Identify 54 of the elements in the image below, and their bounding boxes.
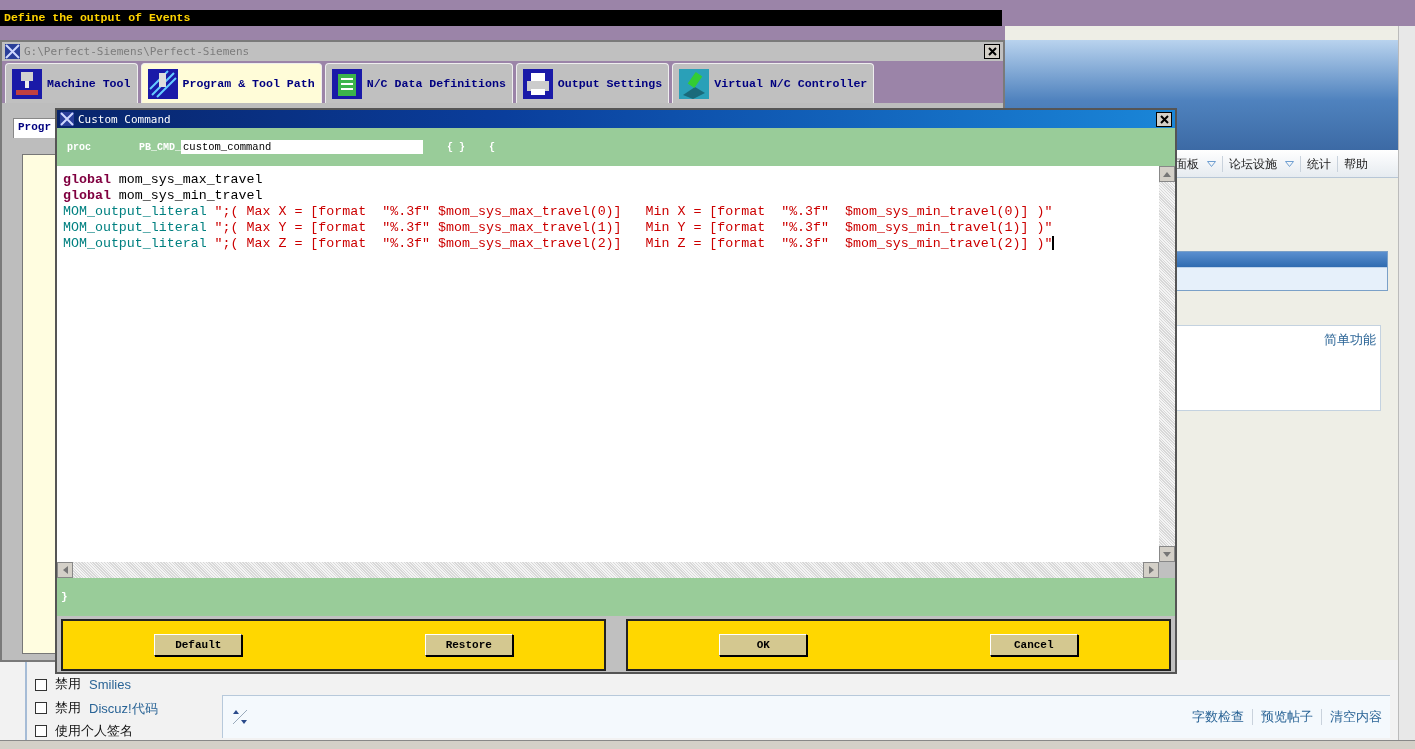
- scrollbar[interactable]: [1398, 26, 1415, 740]
- brace-pair: { }: [447, 141, 466, 153]
- tab[interactable]: Output Settings: [515, 63, 670, 103]
- option-link[interactable]: Smilies: [89, 675, 131, 695]
- mode-link[interactable]: 简单功能: [1324, 330, 1376, 406]
- name-field[interactable]: custom_command: [181, 140, 424, 154]
- checkbox[interactable]: [35, 725, 47, 738]
- tool-path-icon: [147, 68, 178, 99]
- banner-title: Define the output of Events: [0, 10, 1002, 26]
- code-line: global mom_sys_min_travel: [63, 188, 264, 204]
- app-icon: [60, 112, 74, 126]
- dialog-button[interactable]: Cancel: [989, 634, 1078, 656]
- dialog-button[interactable]: OK: [719, 634, 808, 656]
- prefix-label: PB_CMD_: [139, 141, 182, 153]
- open-brace: {: [489, 141, 496, 153]
- scroll-right-icon[interactable]: [1148, 566, 1154, 574]
- resize-icon[interactable]: [231, 708, 249, 726]
- closing-brace: }: [61, 591, 68, 603]
- checkbox[interactable]: [35, 702, 47, 715]
- printer-icon: [522, 68, 553, 99]
- mill-icon: [12, 68, 42, 99]
- tab[interactable]: Virtual N/C Controller: [672, 63, 875, 103]
- dialog-button[interactable]: Restore: [424, 634, 513, 656]
- scroll-down-icon[interactable]: [1163, 551, 1171, 557]
- code-line: MOM_output_literal ";( Max Y = [format "%.3f" $mom_sys_max_travel(1)] Min Y = [format "%.3f" $mom_sys_min_travel(1)] )": [63, 220, 1054, 236]
- menu-item[interactable]: 统计: [1307, 154, 1331, 173]
- close-button[interactable]: [984, 44, 1000, 59]
- app-icon: [5, 44, 20, 59]
- option-label: 禁用: [55, 698, 81, 717]
- code-line: MOM_output_literal ";( Max X = [format "%.3f" $mom_sys_max_travel(0)] Min X = [format "%.3f" $mom_sys_min_travel(0)] )": [63, 204, 1054, 220]
- tab[interactable]: Machine Tool: [5, 63, 138, 103]
- scroll-up-icon[interactable]: [1163, 171, 1171, 177]
- code-line: global mom_sys_max_travel: [63, 172, 264, 188]
- dialog-button[interactable]: Default: [154, 634, 243, 656]
- vertical-scrollbar[interactable]: [1159, 166, 1175, 562]
- horizontal-scrollbar[interactable]: [57, 562, 1159, 578]
- close-button[interactable]: [1156, 111, 1172, 127]
- action-link[interactable]: 字数检查: [1192, 707, 1244, 727]
- option-label: 禁用: [55, 675, 81, 694]
- tab[interactable]: Program & Tool Path: [140, 63, 322, 103]
- code-line: MOM_output_literal ";( Max Z = [format "%.3f" $mom_sys_max_travel(2)] Min Z = [format "%.3f" $mom_sys_min_travel(2)] )": [63, 236, 1056, 252]
- proc-label: proc: [67, 141, 91, 153]
- option-link[interactable]: Discuz!代码: [89, 698, 158, 718]
- action-link[interactable]: 清空内容: [1330, 707, 1382, 727]
- data-sheet-icon: [331, 68, 362, 99]
- checkbox[interactable]: [35, 678, 47, 691]
- cube-icon: [679, 68, 710, 99]
- option-label: 使用个人签名: [55, 722, 133, 740]
- window-title: G:\Perfect-Siemens\Perfect-Siemens: [24, 45, 250, 58]
- action-link[interactable]: 预览帖子: [1261, 707, 1313, 727]
- menu-item[interactable]: 帮助: [1344, 154, 1368, 173]
- tab[interactable]: N/C Data Definitions: [324, 63, 513, 103]
- dialog-title: Custom Command: [78, 112, 171, 126]
- menu-item[interactable]: 论坛设施: [1229, 154, 1277, 173]
